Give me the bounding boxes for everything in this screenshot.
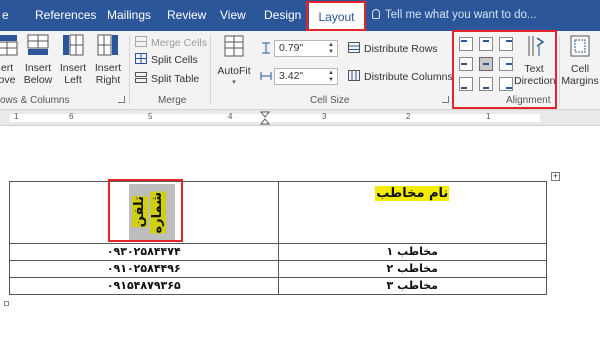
cell-margins-label-2: Margins — [561, 75, 599, 87]
distribute-columns-label: Distribute Columns — [364, 71, 453, 83]
table-move-handle-icon[interactable]: + — [551, 172, 560, 181]
split-table-icon — [135, 72, 147, 83]
callout-phone-header-cell — [108, 179, 183, 242]
callout-alignment-group — [452, 30, 557, 109]
distribute-rows-label: Distribute Rows — [364, 43, 438, 55]
table-row: ۰۹۱۰۲۵۸۴۴۹۶ مخاطب ۲ — [9, 260, 548, 278]
column-width-value: 3.42" — [279, 70, 304, 82]
insert-above-button[interactable]: ert ove — [0, 34, 20, 86]
phone-cell[interactable]: ۰۹۱۰۲۵۸۴۴۹۶ — [9, 260, 279, 278]
insert-left-icon — [63, 34, 84, 56]
insert-left-label-1: Insert — [59, 62, 87, 74]
insert-right-icon — [97, 34, 118, 56]
insert-left-label-2: Left — [64, 74, 82, 86]
split-cells-label: Split Cells — [151, 54, 198, 66]
table-resize-handle-icon[interactable] — [4, 301, 9, 306]
autofit-button[interactable]: AutoFit ▾ — [214, 34, 254, 89]
insert-below-label-2: Below — [23, 74, 53, 86]
insert-right-label-1: Insert — [94, 62, 122, 74]
row-height-input[interactable]: 0.79" ▲ ▼ — [274, 40, 338, 57]
phone-cell[interactable]: ۰۹۱۵۴۸۷۹۳۶۵ — [9, 277, 279, 295]
insert-right-label-2: Right — [95, 74, 121, 86]
cell-margins-button[interactable]: Cell Margins — [560, 34, 600, 87]
merge-cells-icon — [135, 36, 147, 47]
ribbon-tab-bar: e References Mailings Review View Design… — [0, 0, 600, 31]
tab-mailings[interactable]: Mailings — [107, 0, 151, 31]
merge-cells-button[interactable]: Merge Cells — [135, 36, 207, 50]
lightbulb-icon — [372, 9, 380, 19]
word-window: e References Mailings Review View Design… — [0, 0, 600, 339]
name-cell[interactable]: مخاطب ۱ — [277, 243, 548, 261]
spin-arrows-icon[interactable]: ▲ ▼ — [327, 42, 335, 56]
callout-layout-tab — [306, 1, 366, 31]
split-cells-button[interactable]: Split Cells — [135, 53, 198, 67]
insert-left-button[interactable]: Insert Left — [57, 34, 89, 86]
row-height-value: 0.79" — [279, 42, 304, 54]
insert-right-button[interactable]: Insert Right — [92, 34, 124, 86]
cell-margins-label-1: Cell — [570, 63, 590, 75]
tab-design[interactable]: Design — [264, 0, 301, 31]
table-row: ۰۹۱۵۴۸۷۹۳۶۵ مخاطب ۳ — [9, 277, 548, 295]
ruler-number: 4 — [228, 112, 233, 121]
group-separator — [129, 35, 130, 105]
name-header-text: نام مخاطب — [375, 186, 450, 201]
distribute-columns-button[interactable]: Distribute Columns — [348, 70, 453, 84]
distribute-rows-icon — [348, 42, 360, 53]
ruler-number: 1 — [14, 112, 19, 121]
name-cell[interactable]: مخاطب ۳ — [277, 277, 548, 295]
autofit-label: AutoFit — [217, 65, 251, 77]
column-width-input[interactable]: 3.42" ▲ ▼ — [274, 68, 338, 85]
row-height-icon — [262, 42, 270, 54]
rows-columns-launcher-icon[interactable] — [118, 96, 125, 103]
indent-marker-icon[interactable] — [260, 111, 270, 125]
split-table-label: Split Table — [151, 73, 200, 85]
phone-cell[interactable]: ۰۹۳۰۲۵۸۴۴۷۴ — [9, 243, 279, 261]
rows-columns-group-label: ows & Columns — [0, 95, 70, 106]
tab-references[interactable]: References — [35, 0, 96, 31]
group-separator — [210, 35, 211, 105]
ruler-strip — [10, 114, 540, 122]
autofit-dropdown-icon: ▾ — [232, 79, 236, 86]
split-table-button[interactable]: Split Table — [135, 72, 199, 86]
horizontal-ruler[interactable]: 1 6 5 4 3 2 1 — [0, 110, 600, 126]
spin-arrows-icon[interactable]: ▲ ▼ — [327, 70, 335, 84]
ruler-number: 6 — [69, 112, 74, 121]
cell-size-group-label: Cell Size — [310, 95, 350, 106]
name-header-cell[interactable]: نام مخاطب — [277, 181, 548, 244]
table-row: ۰۹۳۰۲۵۸۴۴۷۴ مخاطب ۱ — [9, 243, 548, 261]
ruler-number: 3 — [322, 112, 327, 121]
tell-me-search[interactable]: Tell me what you want to do... — [372, 0, 537, 31]
tab-review[interactable]: Review — [167, 0, 206, 31]
distribute-rows-button[interactable]: Distribute Rows — [348, 42, 438, 56]
insert-above-label-1: ert — [0, 62, 14, 74]
column-width-icon — [260, 72, 272, 80]
merge-group-label: Merge — [158, 95, 187, 106]
cell-margins-icon — [570, 35, 590, 57]
distribute-columns-icon — [348, 70, 360, 81]
tab-view[interactable]: View — [220, 0, 246, 31]
name-cell[interactable]: مخاطب ۲ — [277, 260, 548, 278]
insert-below-button[interactable]: Insert Below — [22, 34, 54, 86]
split-cells-icon — [135, 53, 147, 64]
insert-below-icon — [27, 34, 49, 55]
table-header-row: شماره تلفن نام مخاطب — [9, 181, 548, 244]
insert-below-label-1: Insert — [24, 62, 52, 74]
merge-cells-label: Merge Cells — [151, 37, 208, 49]
tab-file-partial[interactable]: e — [2, 0, 9, 31]
ruler-number: 1 — [486, 112, 491, 121]
tell-me-text: Tell me what you want to do... — [385, 9, 537, 21]
contacts-table: شماره تلفن نام مخاطب ۰۹۳۰۲۵۸۴۴۷۴ مخاطب ۱… — [9, 181, 548, 295]
cell-size-launcher-icon[interactable] — [442, 96, 449, 103]
insert-above-icon — [0, 35, 18, 56]
ruler-number: 5 — [148, 112, 153, 121]
ruler-number: 2 — [406, 112, 411, 121]
autofit-icon — [224, 35, 244, 57]
insert-above-label-2: ove — [0, 74, 16, 86]
